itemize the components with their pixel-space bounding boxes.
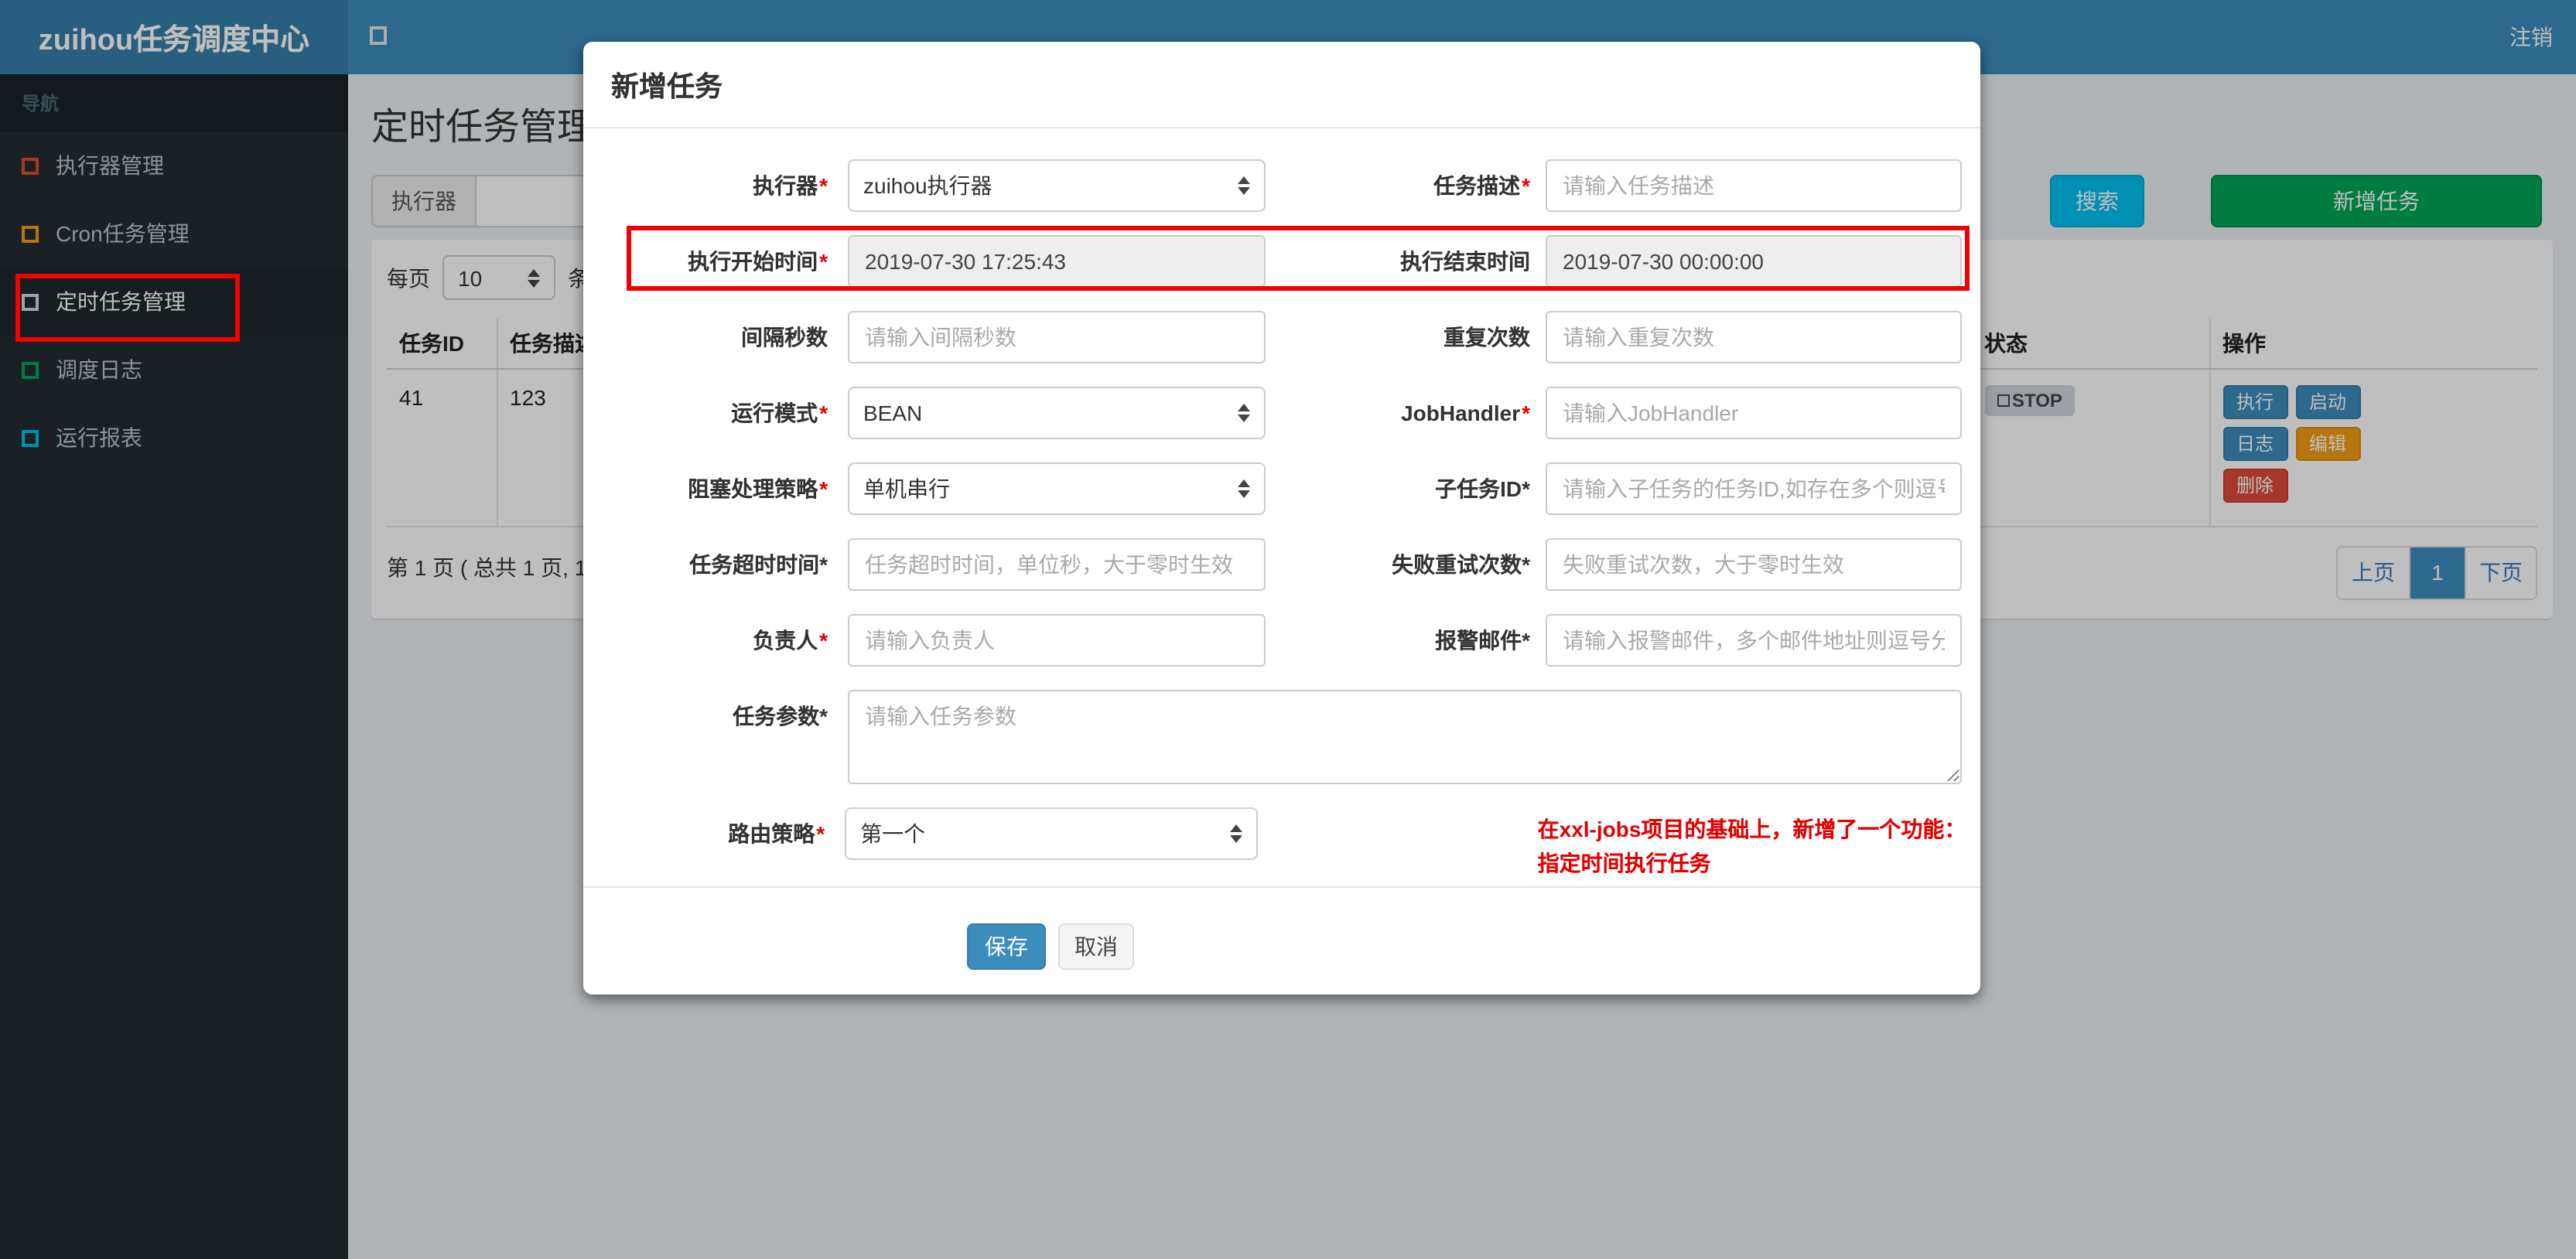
run-mode-select[interactable]: BEAN [848, 387, 1266, 439]
timeout-label: 任务超时时间* [689, 552, 828, 577]
block-strategy-label: 阻塞处理策略 * [688, 476, 828, 501]
timeout-input[interactable] [848, 538, 1266, 591]
jobhandler-label: JobHandler * [1401, 401, 1530, 425]
select-caret-icon [1229, 824, 1242, 843]
modal-header: 新增任务 [583, 42, 1980, 128]
job-desc-input[interactable] [1546, 159, 1962, 212]
feature-note-line1: 在xxl-jobs项目的基础上，新增了一个功能： [1537, 817, 1966, 841]
cancel-button[interactable]: 取消 [1058, 923, 1134, 970]
route-strategy-label: 路由策略 * [728, 821, 825, 846]
modal-footer: 保存 取消 [583, 923, 1980, 970]
select-caret-icon [1238, 176, 1250, 195]
child-job-input[interactable] [1546, 462, 1962, 515]
select-caret-icon [1238, 479, 1250, 498]
modal-footer-divider [583, 886, 1980, 888]
executor-select[interactable]: zuihou执行器 [848, 159, 1266, 212]
child-job-label: 子任务ID* [1435, 476, 1530, 501]
modal-body: 执行器* zuihou执行器 任务描述* 执行开始时间* 执行结束时间 间隔秒数… [583, 128, 1980, 970]
alarm-email-label: 报警邮件* [1435, 628, 1530, 653]
alarm-email-input[interactable] [1546, 614, 1962, 667]
add-job-modal: 新增任务 执行器* zuihou执行器 任务描述* 执行开始时间* 执行结束时间… [583, 42, 1980, 995]
modal-title: 新增任务 [611, 70, 723, 101]
block-strategy-select[interactable]: 单机串行 [848, 462, 1266, 515]
end-time-input[interactable] [1546, 235, 1962, 288]
app-root: zuihou任务调度中心 注销 导航 执行器管理 Cron任务管理 定时任务管理… [0, 0, 2576, 1259]
interval-label: 间隔秒数 [741, 325, 828, 350]
job-param-label: 任务参数* [733, 704, 828, 728]
feature-note-line2: 指定时间执行任务 [1537, 851, 1711, 875]
interval-input[interactable] [848, 311, 1266, 363]
route-strategy-select[interactable]: 第一个 [845, 807, 1258, 860]
owner-label: 负责人 * [753, 628, 828, 653]
select-caret-icon [1238, 404, 1250, 422]
executor-label: 执行器 * [753, 173, 828, 198]
run-mode-label: 运行模式 * [731, 401, 828, 425]
feature-note: 在xxl-jobs项目的基础上，新增了一个功能： 指定时间执行任务 [1537, 807, 1980, 875]
start-time-input[interactable] [848, 235, 1266, 288]
save-button[interactable]: 保存 [967, 923, 1046, 970]
retry-count-label: 失败重试次数* [1392, 552, 1530, 577]
repeat-count-label: 重复次数 [1443, 325, 1530, 350]
repeat-count-input[interactable] [1546, 311, 1962, 363]
job-param-textarea[interactable] [848, 690, 1962, 784]
job-desc-label: 任务描述 * [1433, 173, 1530, 198]
owner-input[interactable] [848, 614, 1266, 667]
start-time-label: 执行开始时间 * [688, 249, 828, 274]
jobhandler-input[interactable] [1546, 387, 1962, 439]
end-time-label: 执行结束时间 [1400, 249, 1530, 274]
retry-count-input[interactable] [1546, 538, 1962, 591]
